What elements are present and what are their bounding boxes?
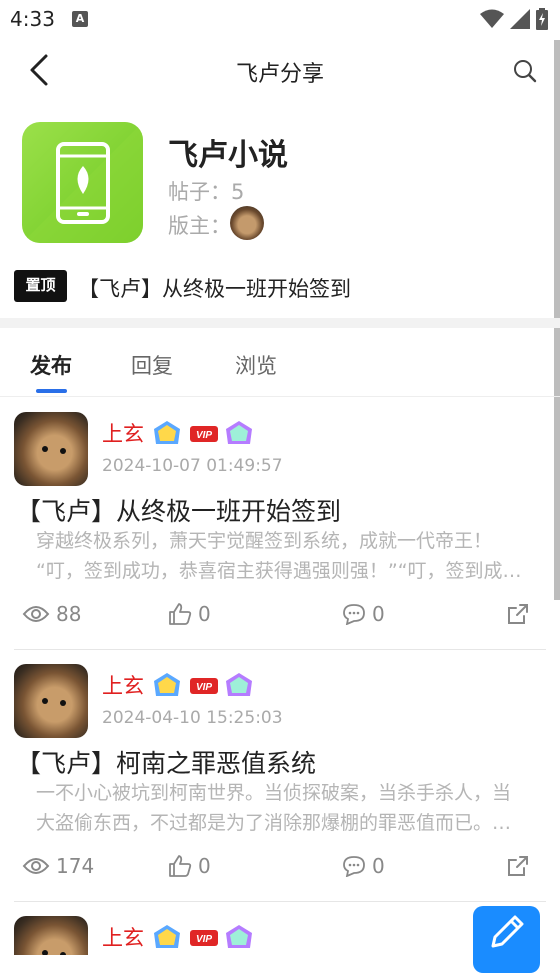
level-badge-icon — [154, 421, 180, 444]
forum-name: 飞卢小说 — [168, 138, 288, 173]
search-icon[interactable] — [512, 58, 538, 84]
username[interactable]: 上玄 — [102, 418, 144, 448]
level-badge-icon — [154, 673, 180, 696]
svg-text:VIP: VIP — [196, 682, 212, 693]
status-time: 4:33 — [10, 7, 55, 31]
eye-icon — [22, 858, 50, 874]
pinned-badge: 置顶 — [14, 270, 67, 302]
forum-header: 飞卢小说 帖子：5 版主： — [0, 112, 560, 252]
svg-text:VIP: VIP — [196, 934, 212, 945]
medal-badge-icon — [226, 673, 252, 696]
medal-badge-icon — [226, 421, 252, 444]
tab-browse[interactable]: 浏览 — [235, 350, 277, 380]
post-item[interactable]: 上玄 VIP 2024-04-10 15:25:03 【飞卢】柯南之罪恶值系统 … — [0, 650, 560, 902]
comment-icon — [343, 856, 365, 877]
tab-bar: 发布 回复 浏览 — [0, 330, 560, 397]
comment-icon — [343, 604, 365, 625]
page-title: 飞卢分享 — [235, 62, 324, 87]
views-stat: 88 — [22, 602, 81, 626]
share-icon[interactable] — [506, 854, 530, 878]
vip-badge: VIP — [190, 930, 218, 946]
section-divider — [0, 318, 560, 328]
like-button[interactable]: 0 — [168, 854, 211, 878]
views-stat: 174 — [22, 854, 94, 878]
new-post-button[interactable] — [473, 906, 540, 973]
post-title[interactable]: 【飞卢】从终极一班开始签到 — [16, 492, 341, 528]
post-date: 2024-04-10 15:25:03 — [102, 708, 283, 728]
like-button[interactable]: 0 — [168, 602, 211, 626]
post-item[interactable]: 上玄 VIP 2024-10-07 01:49:57 【飞卢】从终极一班开始签到… — [0, 398, 560, 650]
tab-active-indicator — [36, 389, 67, 393]
thumbs-up-icon — [169, 855, 192, 877]
post-excerpt: 一不小心被坑到柯南世界。当侦探破案，当杀手杀人，当 大盗偷东西，不过都是为了消除… — [36, 782, 512, 834]
forum-app-icon — [22, 122, 143, 243]
post-excerpt: 穿越终极系列，萧天宇觉醒签到系统，成就一代帝王！ “叮，签到成功，恭喜宿主获得遇… — [36, 530, 540, 582]
comment-button[interactable]: 0 — [342, 602, 385, 626]
medal-badge-icon — [226, 925, 252, 948]
pinned-post[interactable]: 置顶 【飞卢】从终极一班开始签到 — [0, 262, 560, 312]
share-icon[interactable] — [506, 602, 530, 626]
top-bar: 飞卢分享 — [0, 38, 560, 106]
vip-badge: VIP — [190, 426, 218, 442]
notification-icon: A — [72, 11, 88, 27]
username[interactable]: 上玄 — [102, 670, 144, 700]
username[interactable]: 上玄 — [102, 922, 144, 952]
pinned-title[interactable]: 【飞卢】从终极一班开始签到 — [78, 273, 351, 303]
user-avatar[interactable] — [14, 664, 88, 738]
comment-button[interactable]: 0 — [342, 854, 385, 878]
eye-icon — [22, 606, 50, 622]
tab-replies[interactable]: 回复 — [131, 350, 173, 380]
battery-icon — [536, 8, 548, 30]
status-bar: 4:33 A — [0, 0, 560, 38]
user-avatar[interactable] — [14, 916, 88, 955]
edit-icon — [491, 915, 524, 948]
level-badge-icon — [154, 925, 180, 948]
forum-moderator-label: 版主： — [168, 214, 231, 238]
post-date: 2024-10-07 01:49:57 — [102, 456, 283, 476]
signal-icon — [510, 9, 530, 29]
forum-posts-count: 帖子：5 — [168, 180, 245, 204]
tab-publish[interactable]: 发布 — [30, 350, 72, 380]
wifi-icon — [480, 9, 504, 28]
svg-text:VIP: VIP — [196, 430, 212, 441]
moderator-avatar[interactable] — [230, 206, 264, 240]
user-avatar[interactable] — [14, 412, 88, 486]
vip-badge: VIP — [190, 678, 218, 694]
thumbs-up-icon — [169, 603, 192, 625]
post-title[interactable]: 【飞卢】柯南之罪恶值系统 — [16, 744, 316, 780]
